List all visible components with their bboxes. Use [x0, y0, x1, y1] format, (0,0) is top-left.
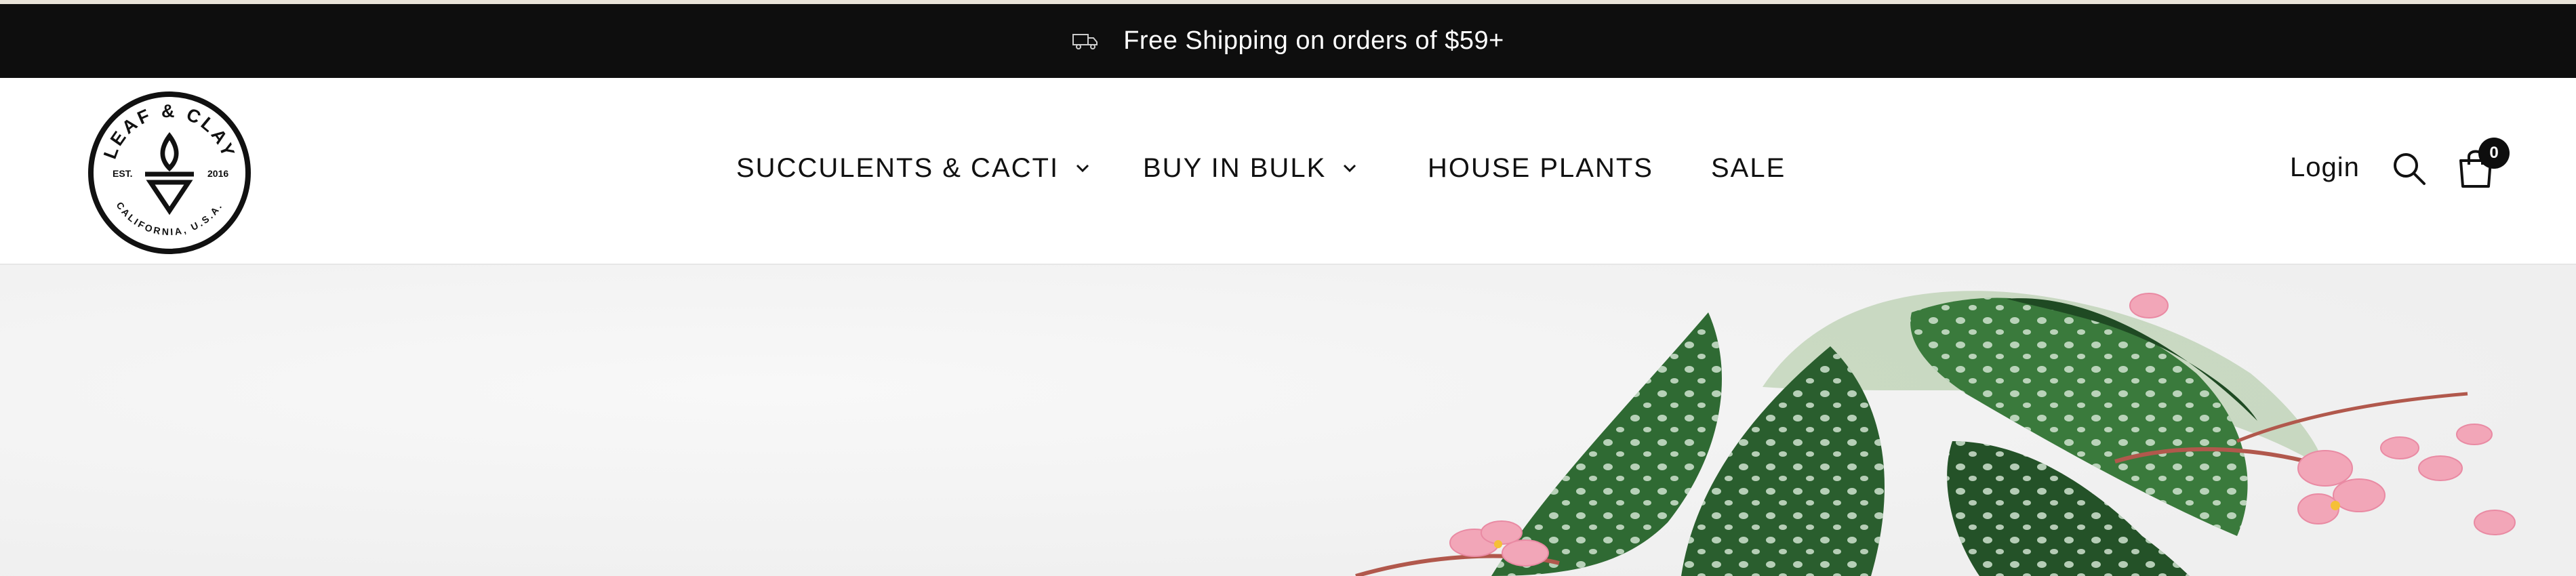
announcement-text[interactable]: Free Shipping on orders of $59+	[1123, 26, 1504, 56]
logo-est-label: EST.	[113, 168, 133, 179]
chevron-down-icon	[1344, 164, 1356, 173]
login-link[interactable]: Login	[2290, 152, 2360, 183]
cart-count-badge: 0	[2478, 138, 2510, 169]
nav-buy-in-bulk[interactable]: BUY IN BULK	[1143, 152, 1357, 184]
nav-sale-label: SALE	[1711, 152, 1786, 183]
logo-year: 2016	[207, 168, 228, 179]
site-header: LEAF & CLAY CALIFORNIA, U.S.A. EST. 2016…	[0, 78, 2576, 265]
hero-banner[interactable]	[0, 265, 2576, 576]
hero-plant-image	[0, 265, 2576, 576]
search-icon[interactable]	[2392, 151, 2427, 186]
nav-house-plants-label: HOUSE PLANTS	[1428, 152, 1653, 183]
nav-sale[interactable]: SALE	[1711, 152, 1786, 184]
nav-succulents-cacti[interactable]: SUCCULENTS & CACTI	[736, 152, 1090, 184]
chevron-down-icon	[1076, 164, 1089, 173]
nav-buy-in-bulk-label: BUY IN BULK	[1143, 152, 1327, 183]
nav-succulents-cacti-label: SUCCULENTS & CACTI	[736, 152, 1060, 183]
leaf-and-clay-logo[interactable]: LEAF & CLAY CALIFORNIA, U.S.A. EST. 2016	[87, 90, 252, 255]
nav-house-plants[interactable]: HOUSE PLANTS	[1428, 152, 1653, 184]
announcement-bar: Free Shipping on orders of $59+	[0, 4, 2576, 78]
truck-icon	[1072, 33, 1098, 49]
